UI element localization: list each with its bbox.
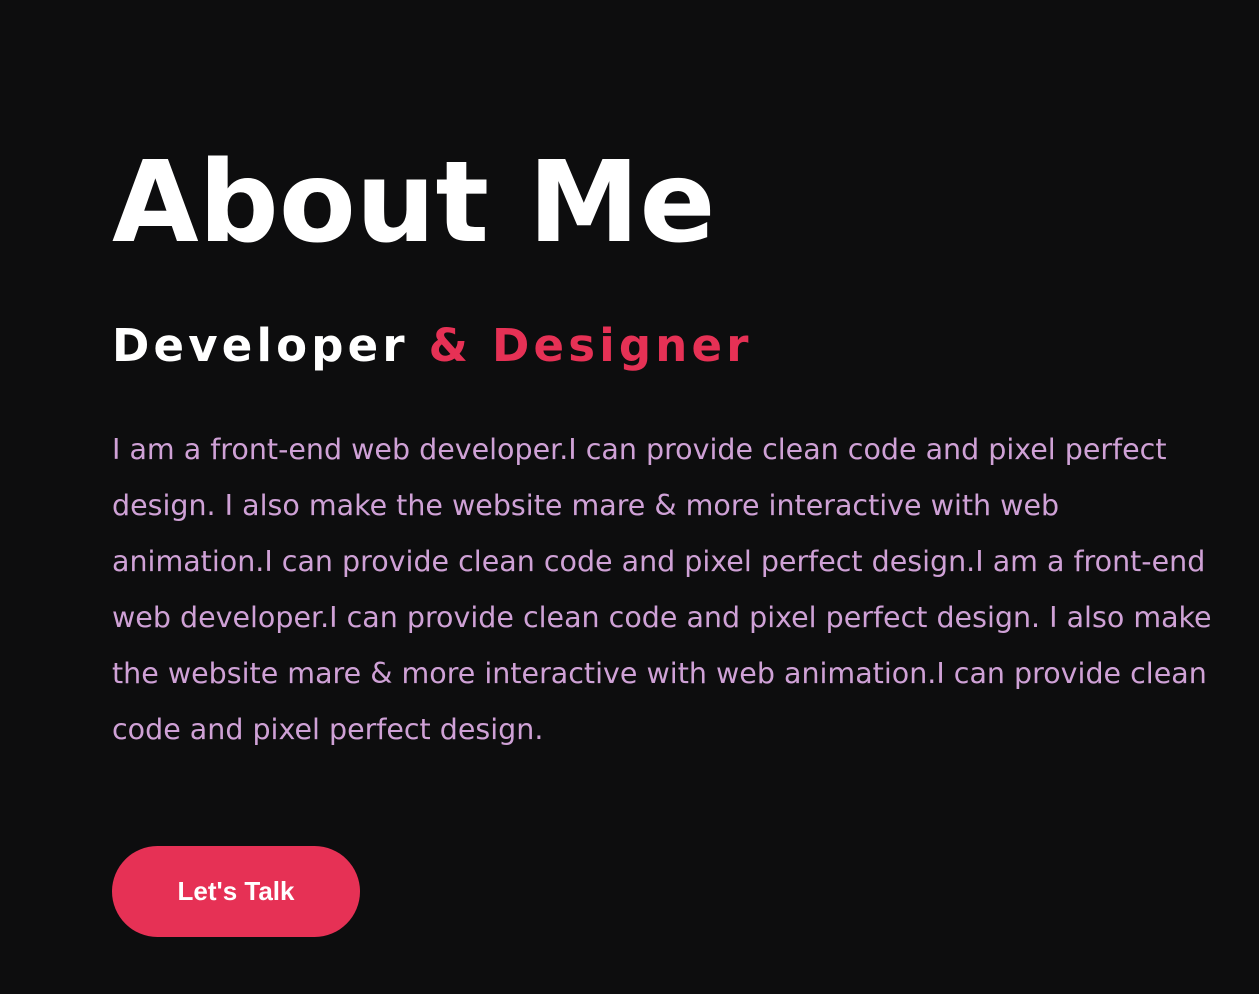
bio-paragraph: I am a front-end web developer.I can pro… xyxy=(112,433,1212,746)
subtitle-role: Developer xyxy=(112,319,409,372)
subtitle-accent: & Designer xyxy=(428,319,753,372)
subtitle: Developer & Designer xyxy=(112,318,753,374)
page-title: About Me xyxy=(112,138,716,268)
lets-talk-button[interactable]: Let's Talk xyxy=(112,846,360,937)
